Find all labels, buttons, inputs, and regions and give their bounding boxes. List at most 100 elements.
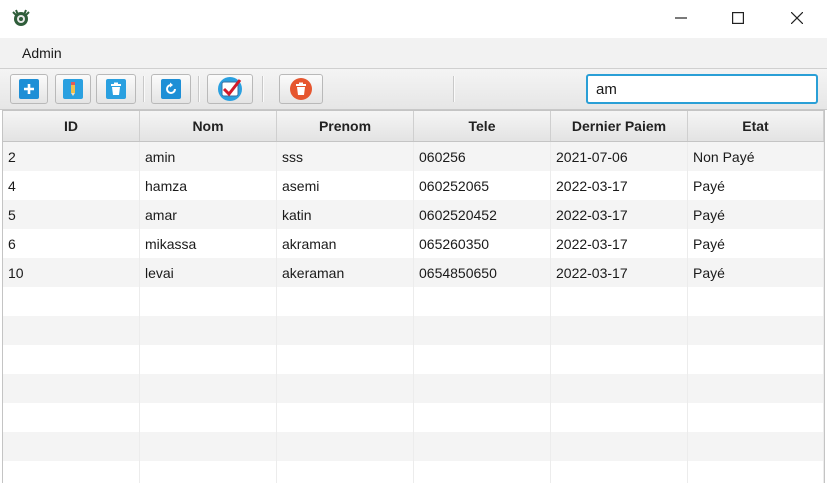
cell-etat: Non Payé xyxy=(688,142,824,171)
table-row[interactable]: 5 amar katin 0602520452 2022-03-17 Payé xyxy=(3,200,824,229)
checkmark-icon xyxy=(218,77,242,101)
cell-id: 2 xyxy=(3,142,140,171)
cell-dernier-paiem xyxy=(551,345,688,374)
column-header-nom[interactable]: Nom xyxy=(140,111,277,141)
cell-prenom xyxy=(277,461,414,483)
cell-tele: 0602520452 xyxy=(414,200,551,229)
cell-dernier-paiem: 2022-03-17 xyxy=(551,200,688,229)
cell-tele xyxy=(414,287,551,316)
table-row[interactable]: 2 amin sss 060256 2021-07-06 Non Payé xyxy=(3,142,824,171)
trash-icon xyxy=(106,79,126,99)
column-header-dernier-paiem[interactable]: Dernier Paiem xyxy=(551,111,688,141)
table-row[interactable]: 4 hamza asemi 060252065 2022-03-17 Payé xyxy=(3,171,824,200)
toolbar-separator xyxy=(262,76,264,102)
close-button[interactable] xyxy=(768,0,826,36)
cell-id: 10 xyxy=(3,258,140,287)
cell-etat xyxy=(688,403,824,432)
minimize-icon xyxy=(675,17,687,19)
cell-tele: 060252065 xyxy=(414,171,551,200)
cell-etat xyxy=(688,432,824,461)
cell-dernier-paiem: 2022-03-17 xyxy=(551,171,688,200)
cell-dernier-paiem: 2022-03-17 xyxy=(551,258,688,287)
cell-prenom xyxy=(277,374,414,403)
refresh-button[interactable] xyxy=(151,74,191,104)
cell-etat: Payé xyxy=(688,171,824,200)
cell-id xyxy=(3,432,140,461)
plus-icon xyxy=(19,79,39,99)
cell-prenom xyxy=(277,345,414,374)
empty-table-row xyxy=(3,374,824,403)
cell-prenom: akraman xyxy=(277,229,414,258)
cell-tele xyxy=(414,374,551,403)
app-logo-icon xyxy=(12,9,30,26)
empty-table-row xyxy=(3,287,824,316)
cell-tele xyxy=(414,345,551,374)
column-header-prenom[interactable]: Prenom xyxy=(277,111,414,141)
cell-tele xyxy=(414,432,551,461)
cell-nom: levai xyxy=(140,258,277,287)
cell-nom xyxy=(140,374,277,403)
edit-button[interactable] xyxy=(55,74,91,104)
cell-dernier-paiem xyxy=(551,374,688,403)
empty-table-row xyxy=(3,316,824,345)
cell-id: 5 xyxy=(3,200,140,229)
minimize-button[interactable] xyxy=(652,0,710,36)
table-body: 2 amin sss 060256 2021-07-06 Non Payé 4 hamza as… xyxy=(3,142,824,483)
cell-id: 4 xyxy=(3,171,140,200)
cell-nom: amar xyxy=(140,200,277,229)
maximize-button[interactable] xyxy=(709,0,767,36)
cell-dernier-paiem: 2021-07-06 xyxy=(551,142,688,171)
cell-dernier-paiem: 2022-03-17 xyxy=(551,229,688,258)
cell-prenom xyxy=(277,432,414,461)
validate-payment-button[interactable] xyxy=(207,74,253,104)
empty-table-row xyxy=(3,432,824,461)
add-button[interactable] xyxy=(10,74,48,104)
cell-etat xyxy=(688,461,824,483)
cell-nom xyxy=(140,287,277,316)
table-row[interactable]: 6 mikassa akraman 065260350 2022-03-17 Payé xyxy=(3,229,824,258)
cell-prenom: akeraman xyxy=(277,258,414,287)
title-bar xyxy=(0,0,827,38)
cell-tele xyxy=(414,403,551,432)
cell-etat xyxy=(688,287,824,316)
toolbar-separator xyxy=(453,76,455,102)
maximize-icon xyxy=(732,12,744,24)
delete-button[interactable] xyxy=(96,74,136,104)
cell-id xyxy=(3,461,140,483)
cell-etat: Payé xyxy=(688,258,824,287)
cell-etat xyxy=(688,345,824,374)
cell-tele: 0654850650 xyxy=(414,258,551,287)
empty-table-row xyxy=(3,461,824,483)
cell-dernier-paiem xyxy=(551,287,688,316)
members-table: ID Nom Prenom Tele Dernier Paiem Etat 2a… xyxy=(2,110,825,483)
trash-circle-icon xyxy=(290,78,312,100)
cell-nom xyxy=(140,461,277,483)
cell-dernier-paiem xyxy=(551,403,688,432)
cell-id: 6 xyxy=(3,229,140,258)
column-header-tele[interactable]: Tele xyxy=(414,111,551,141)
cell-nom: hamza xyxy=(140,171,277,200)
cell-prenom: katin xyxy=(277,200,414,229)
cell-etat: Payé xyxy=(688,229,824,258)
cell-prenom xyxy=(277,316,414,345)
cell-nom xyxy=(140,345,277,374)
cell-nom: amin xyxy=(140,142,277,171)
cell-nom: mikassa xyxy=(140,229,277,258)
search-input[interactable] xyxy=(586,74,818,104)
remove-all-button[interactable] xyxy=(279,74,323,104)
cell-tele xyxy=(414,461,551,483)
cell-tele: 060256 xyxy=(414,142,551,171)
cell-id xyxy=(3,374,140,403)
cell-dernier-paiem xyxy=(551,461,688,483)
cell-id xyxy=(3,287,140,316)
column-header-id[interactable]: ID xyxy=(3,111,140,141)
cell-prenom xyxy=(277,403,414,432)
menu-bar: Admin xyxy=(0,38,827,69)
cell-etat xyxy=(688,316,824,345)
menu-admin[interactable]: Admin xyxy=(22,45,62,61)
cell-id xyxy=(3,345,140,374)
empty-table-row xyxy=(3,403,824,432)
table-row[interactable]: 10 levai akeraman 0654850650 2022-03-17 Payé xyxy=(3,258,824,287)
column-header-etat[interactable]: Etat xyxy=(688,111,824,141)
table-header: ID Nom Prenom Tele Dernier Paiem Etat xyxy=(3,111,824,142)
